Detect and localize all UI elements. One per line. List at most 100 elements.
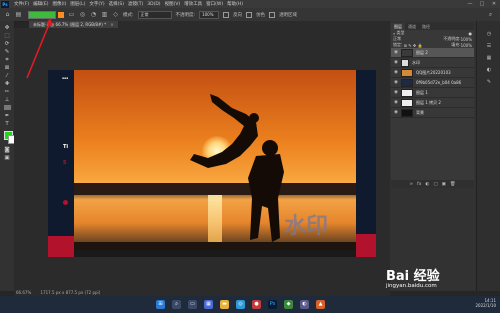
filter-toggle-icon[interactable]: ● xyxy=(469,31,473,36)
visibility-eye-icon[interactable]: ◉ xyxy=(393,110,399,115)
visibility-eye-icon[interactable]: ◉ xyxy=(393,50,399,55)
reverse-checkbox[interactable] xyxy=(223,11,230,18)
dither-checkbox[interactable] xyxy=(246,11,253,18)
fx-icon[interactable]: fx xyxy=(417,182,421,187)
gradient-picker-dropdown[interactable] xyxy=(58,11,64,18)
photoshop-taskbar-icon[interactable]: Ps xyxy=(268,300,277,309)
gradient-tool-active-icon[interactable] xyxy=(3,105,11,111)
layer-row[interactable]: ◉ 图层 2 xyxy=(391,48,474,58)
menu-select[interactable]: 选择(S) xyxy=(107,1,126,7)
linear-gradient-icon[interactable]: ▭ xyxy=(68,11,75,18)
menu-plugins[interactable]: 增效工具 xyxy=(182,1,204,7)
new-layer-icon[interactable]: ▣ xyxy=(442,182,446,187)
menu-help[interactable]: 帮助(H) xyxy=(225,1,245,7)
opacity-input[interactable]: 100% xyxy=(199,10,220,19)
link-layers-icon[interactable]: ∞ xyxy=(409,182,413,187)
menu-view[interactable]: 视图(V) xyxy=(163,1,183,7)
pen-tool-icon[interactable]: ✒ xyxy=(3,113,11,119)
wechat-icon[interactable]: ◆ xyxy=(284,300,293,309)
layer-row[interactable]: ◉ 图层 1 xyxy=(391,88,474,98)
swatches-icon[interactable]: ▦ xyxy=(485,55,493,61)
layer-opacity-input[interactable]: 100% xyxy=(461,37,472,42)
properties-icon[interactable]: ☰ xyxy=(485,43,493,49)
visibility-eye-icon[interactable]: ◉ xyxy=(393,60,399,65)
history-icon[interactable]: ◷ xyxy=(485,31,493,37)
crop-tool-icon[interactable]: ⌗ xyxy=(3,57,11,63)
layer-row[interactable]: ◉ 0f9b05d72e_b04 0a86 xyxy=(391,78,474,88)
close-tab-icon[interactable]: × xyxy=(110,22,113,27)
visibility-eye-icon[interactable]: ◉ xyxy=(393,90,399,95)
frame-tool-icon[interactable]: ⊠ xyxy=(3,65,11,71)
search-icon[interactable]: ⌕ xyxy=(487,11,494,18)
browser-icon[interactable]: ◎ xyxy=(236,300,245,309)
tab-channels[interactable]: 通道 xyxy=(405,23,419,30)
move-tool-icon[interactable]: ✥ xyxy=(3,25,11,31)
widgets-icon[interactable]: ▦ xyxy=(204,300,213,309)
menu-filter[interactable]: 滤镜(T) xyxy=(126,1,145,7)
layer-name: QQ图片20220103 xyxy=(416,69,451,75)
screen-mode-icon[interactable]: ▣ xyxy=(3,155,11,161)
diamond-gradient-icon[interactable]: ◇ xyxy=(112,11,119,18)
transparency-checkbox[interactable] xyxy=(269,11,276,18)
task-view-icon[interactable]: ▭ xyxy=(188,300,197,309)
new-group-icon[interactable]: ▢ xyxy=(433,182,437,187)
maximize-button[interactable]: □ xyxy=(476,1,488,7)
menu-image[interactable]: 图像(I) xyxy=(50,1,68,7)
visibility-eye-icon[interactable]: ◉ xyxy=(393,100,399,105)
panel-icon-strip: ◷ ☰ ▦ ◐ ✎ xyxy=(476,21,500,291)
reflected-gradient-icon[interactable]: ▥ xyxy=(101,11,108,18)
quick-mask-icon[interactable]: ◙ xyxy=(3,147,11,153)
layer-thumbnail xyxy=(401,68,413,77)
gradient-preview-swatch[interactable] xyxy=(28,10,56,19)
close-window-button[interactable]: ✕ xyxy=(488,1,500,7)
search-icon[interactable]: ⌕ xyxy=(393,31,395,36)
file-explorer-icon[interactable]: ▬ xyxy=(220,300,229,309)
menu-3d[interactable]: 3D(D) xyxy=(145,2,162,7)
brush-settings-icon[interactable]: ✎ xyxy=(485,79,493,85)
trash-icon[interactable]: 🗑 xyxy=(450,182,456,187)
menu-window[interactable]: 窗口(W) xyxy=(204,1,225,7)
layer-row[interactable]: ◉ 水印 xyxy=(391,58,474,68)
lock-icon[interactable]: ⊞ ✎ ✥ 🔒 xyxy=(402,43,423,48)
home-icon[interactable]: ⌂ xyxy=(4,11,11,18)
zoom-level[interactable]: 66.67% xyxy=(16,290,31,295)
text-layer-icon xyxy=(401,58,409,67)
brush-tool-icon[interactable]: ✏ xyxy=(3,89,11,95)
tab-paths[interactable]: 路径 xyxy=(419,23,433,30)
layer-row[interactable]: ◉ QQ图片20220103 xyxy=(391,68,474,78)
mode-select[interactable]: 正常 xyxy=(137,10,172,19)
adjustment-icon[interactable]: ◐ xyxy=(425,182,429,187)
menu-edit[interactable]: 编辑(E) xyxy=(31,1,50,7)
menu-file[interactable]: 文件(F) xyxy=(12,1,31,7)
angle-gradient-icon[interactable]: ◔ xyxy=(90,11,97,18)
gradient-tool-icon[interactable]: ▤ xyxy=(15,11,22,18)
tab-layers[interactable]: 图层 xyxy=(391,23,405,30)
healing-brush-icon[interactable]: ✚ xyxy=(3,81,11,87)
fill-input[interactable]: 100% xyxy=(461,43,472,48)
document-tab[interactable]: 未标题-1 @ 66.7% (图层 2, RGB/8#) * × xyxy=(29,21,118,28)
layer-row[interactable]: ◉ 图层 1 拷贝 2 xyxy=(391,98,474,108)
clock-date: 2022/1/10 xyxy=(475,303,496,308)
menu-layer[interactable]: 图层(L) xyxy=(68,1,87,7)
marquee-tool-icon[interactable]: ⬚ xyxy=(3,33,11,39)
visibility-eye-icon[interactable]: ◉ xyxy=(393,80,399,85)
sunset-photo-layer[interactable]: 水印 xyxy=(74,70,356,250)
start-menu-icon[interactable]: ⊞ xyxy=(156,300,165,309)
menu-type[interactable]: 文字(Y) xyxy=(87,1,106,7)
app-icon[interactable]: ◐ xyxy=(300,300,309,309)
eyedropper-tool-icon[interactable]: ⁄ xyxy=(3,73,11,79)
search-icon[interactable]: ⌕ xyxy=(172,300,181,309)
app-icon[interactable]: ● xyxy=(252,300,261,309)
lasso-tool-icon[interactable]: ⟳ xyxy=(3,41,11,47)
type-tool-icon[interactable]: T xyxy=(3,121,11,127)
clone-stamp-icon[interactable]: ⊥ xyxy=(3,97,11,103)
app-icon[interactable]: ▲ xyxy=(316,300,325,309)
layer-row[interactable]: ◉ 背景 xyxy=(391,108,474,118)
visibility-eye-icon[interactable]: ◉ xyxy=(393,70,399,75)
minimize-button[interactable]: — xyxy=(464,1,476,7)
adjustments-icon[interactable]: ◐ xyxy=(485,67,493,73)
radial-gradient-icon[interactable]: ◎ xyxy=(79,11,86,18)
couple-silhouette xyxy=(190,94,284,242)
system-clock[interactable]: 14:11 2022/1/10 xyxy=(475,298,496,308)
quick-select-icon[interactable]: ✎ xyxy=(3,49,11,55)
